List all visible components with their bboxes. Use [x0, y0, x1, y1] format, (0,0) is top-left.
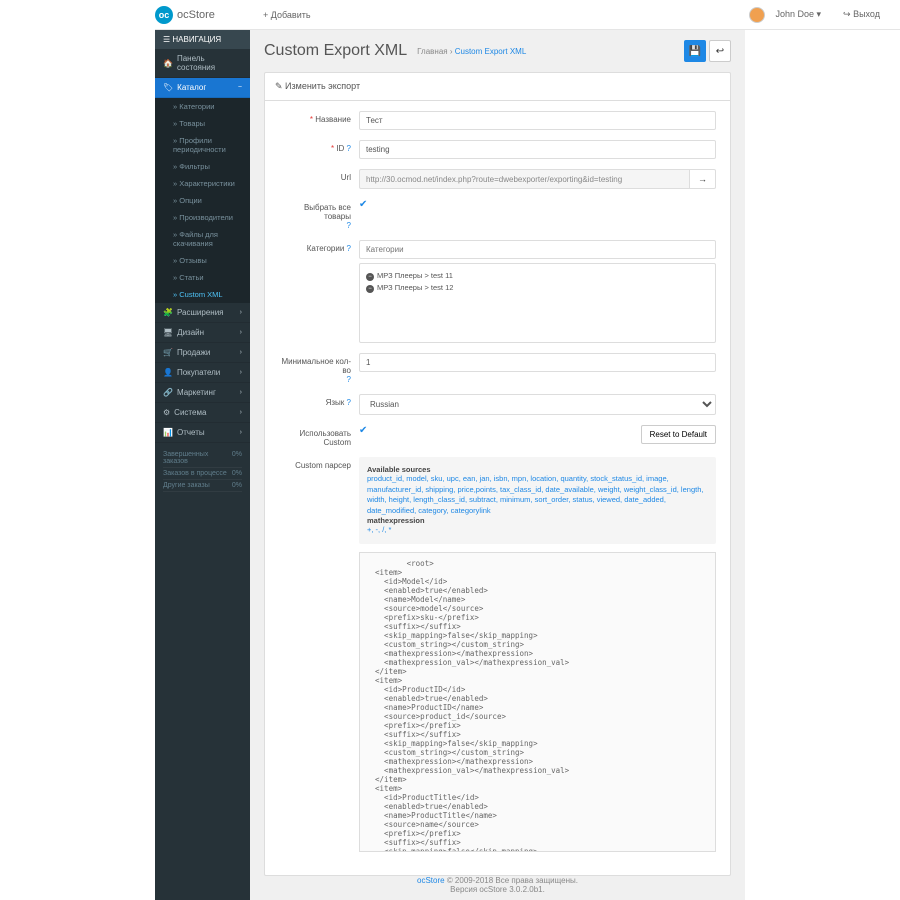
logo-text: ocStore [177, 9, 215, 21]
avatar[interactable] [749, 7, 765, 23]
sidebar-sub-item[interactable]: » Опции [155, 192, 250, 209]
breadcrumb-home[interactable]: Главная [417, 47, 447, 56]
id-input[interactable] [359, 140, 716, 159]
categories-label: Категории ? [279, 240, 359, 253]
sidebar-sub-item[interactable]: » Custom XML [155, 286, 250, 303]
url-label: Url [279, 169, 359, 182]
name-input[interactable] [359, 111, 716, 130]
sidebar-sub-item[interactable]: » Статьи [155, 269, 250, 286]
sidebar-stat-row: Другие заказы0% [163, 480, 242, 492]
sidebar-item-design[interactable]: 🖥 Дизайн› [155, 323, 250, 343]
xml-textarea[interactable] [359, 552, 716, 852]
id-label: * ID ? [279, 140, 359, 153]
sidebar-item-sales[interactable]: 🛒 Продажи› [155, 343, 250, 363]
categories-input[interactable] [359, 240, 716, 259]
parser-label: Custom парсер [279, 457, 359, 470]
sidebar-item-dashboard[interactable]: 🏠 Панель состояния [155, 49, 250, 78]
breadcrumb-current[interactable]: Custom Export XML [455, 47, 527, 56]
logout-link[interactable]: ↪ Выход [843, 9, 880, 20]
back-button[interactable]: ↩ [709, 40, 731, 62]
min-qty-input[interactable] [359, 353, 716, 372]
logo[interactable]: oc ocStore [155, 0, 255, 30]
sidebar-item-reports[interactable]: 📊 Отчеты› [155, 423, 250, 443]
logo-icon: oc [155, 6, 173, 24]
use-custom-checkbox[interactable]: ✔ [359, 425, 367, 436]
sidebar-sub-item[interactable]: » Фильтры [155, 158, 250, 175]
sidebar-item-catalog[interactable]: 🏷 Каталог− [155, 78, 250, 98]
topbar: + Добавить John Doe ▾ ↪ Выход [155, 0, 900, 30]
sidebar-item-extensions[interactable]: 🧩 Расширения› [155, 303, 250, 323]
select-all-label: Выбрать все товары? [279, 199, 359, 230]
breadcrumb: Главная › Custom Export XML [417, 47, 526, 56]
sidebar-sub-item[interactable]: » Товары [155, 115, 250, 132]
sidebar-sub-item[interactable]: » Категории [155, 98, 250, 115]
sidebar-sub-item[interactable]: » Характеристики [155, 175, 250, 192]
category-item[interactable]: −МРЗ Плееры > test 12 [366, 282, 709, 294]
footer-link[interactable]: ocStore [417, 876, 445, 885]
add-button[interactable]: + Добавить [263, 10, 311, 20]
lang-select[interactable]: Russian [359, 394, 716, 415]
category-item[interactable]: −МРЗ Плееры > test 11 [366, 270, 709, 282]
sidebar-item-customers[interactable]: 👤 Покупатели› [155, 363, 250, 383]
footer: ocStore © 2009-2018 Все права защищены. … [250, 876, 745, 894]
url-input [359, 169, 690, 189]
sidebar-item-system[interactable]: ⚙ Система› [155, 403, 250, 423]
reset-default-button[interactable]: Reset to Default [641, 425, 716, 444]
edit-panel: ✎ Изменить экспорт * Название * ID ? Url… [264, 72, 731, 876]
use-custom-label: Использовать Custom [279, 425, 359, 447]
sidebar-sub-item[interactable]: » Отзывы [155, 252, 250, 269]
sidebar-stats: Завершенных заказов0%Заказов в процессе0… [155, 443, 250, 498]
lang-label: Язык ? [279, 394, 359, 407]
user-menu[interactable]: John Doe ▾ [775, 9, 821, 20]
main-content: Custom Export XML Главная › Custom Expor… [250, 30, 745, 900]
page-title: Custom Export XML [264, 42, 407, 60]
sidebar-sub-item[interactable]: » Файлы для скачивания [155, 226, 250, 252]
sidebar-item-marketing[interactable]: 🔗 Маркетинг› [155, 383, 250, 403]
sources-info: Available sources product_id, model, sku… [359, 457, 716, 544]
sidebar-stat-row: Завершенных заказов0% [163, 449, 242, 468]
sidebar-title: ☰ НАВИГАЦИЯ [155, 30, 250, 49]
select-all-checkbox[interactable]: ✔ [359, 199, 367, 210]
sidebar-sub-item[interactable]: » Профили периодичности [155, 132, 250, 158]
sidebar-sub-item[interactable]: » Производители [155, 209, 250, 226]
sidebar: ☰ НАВИГАЦИЯ 🏠 Панель состояния 🏷 Каталог… [155, 30, 250, 900]
sidebar-stat-row: Заказов в процессе0% [163, 468, 242, 480]
save-button[interactable]: 💾 [684, 40, 706, 62]
min-qty-label: Минимальное кол-во? [279, 353, 359, 384]
name-label: * Название [279, 111, 359, 124]
panel-title: ✎ Изменить экспорт [265, 73, 730, 101]
url-go-button[interactable]: → [690, 169, 716, 189]
categories-list: −МРЗ Плееры > test 11−МРЗ Плееры > test … [359, 263, 716, 343]
